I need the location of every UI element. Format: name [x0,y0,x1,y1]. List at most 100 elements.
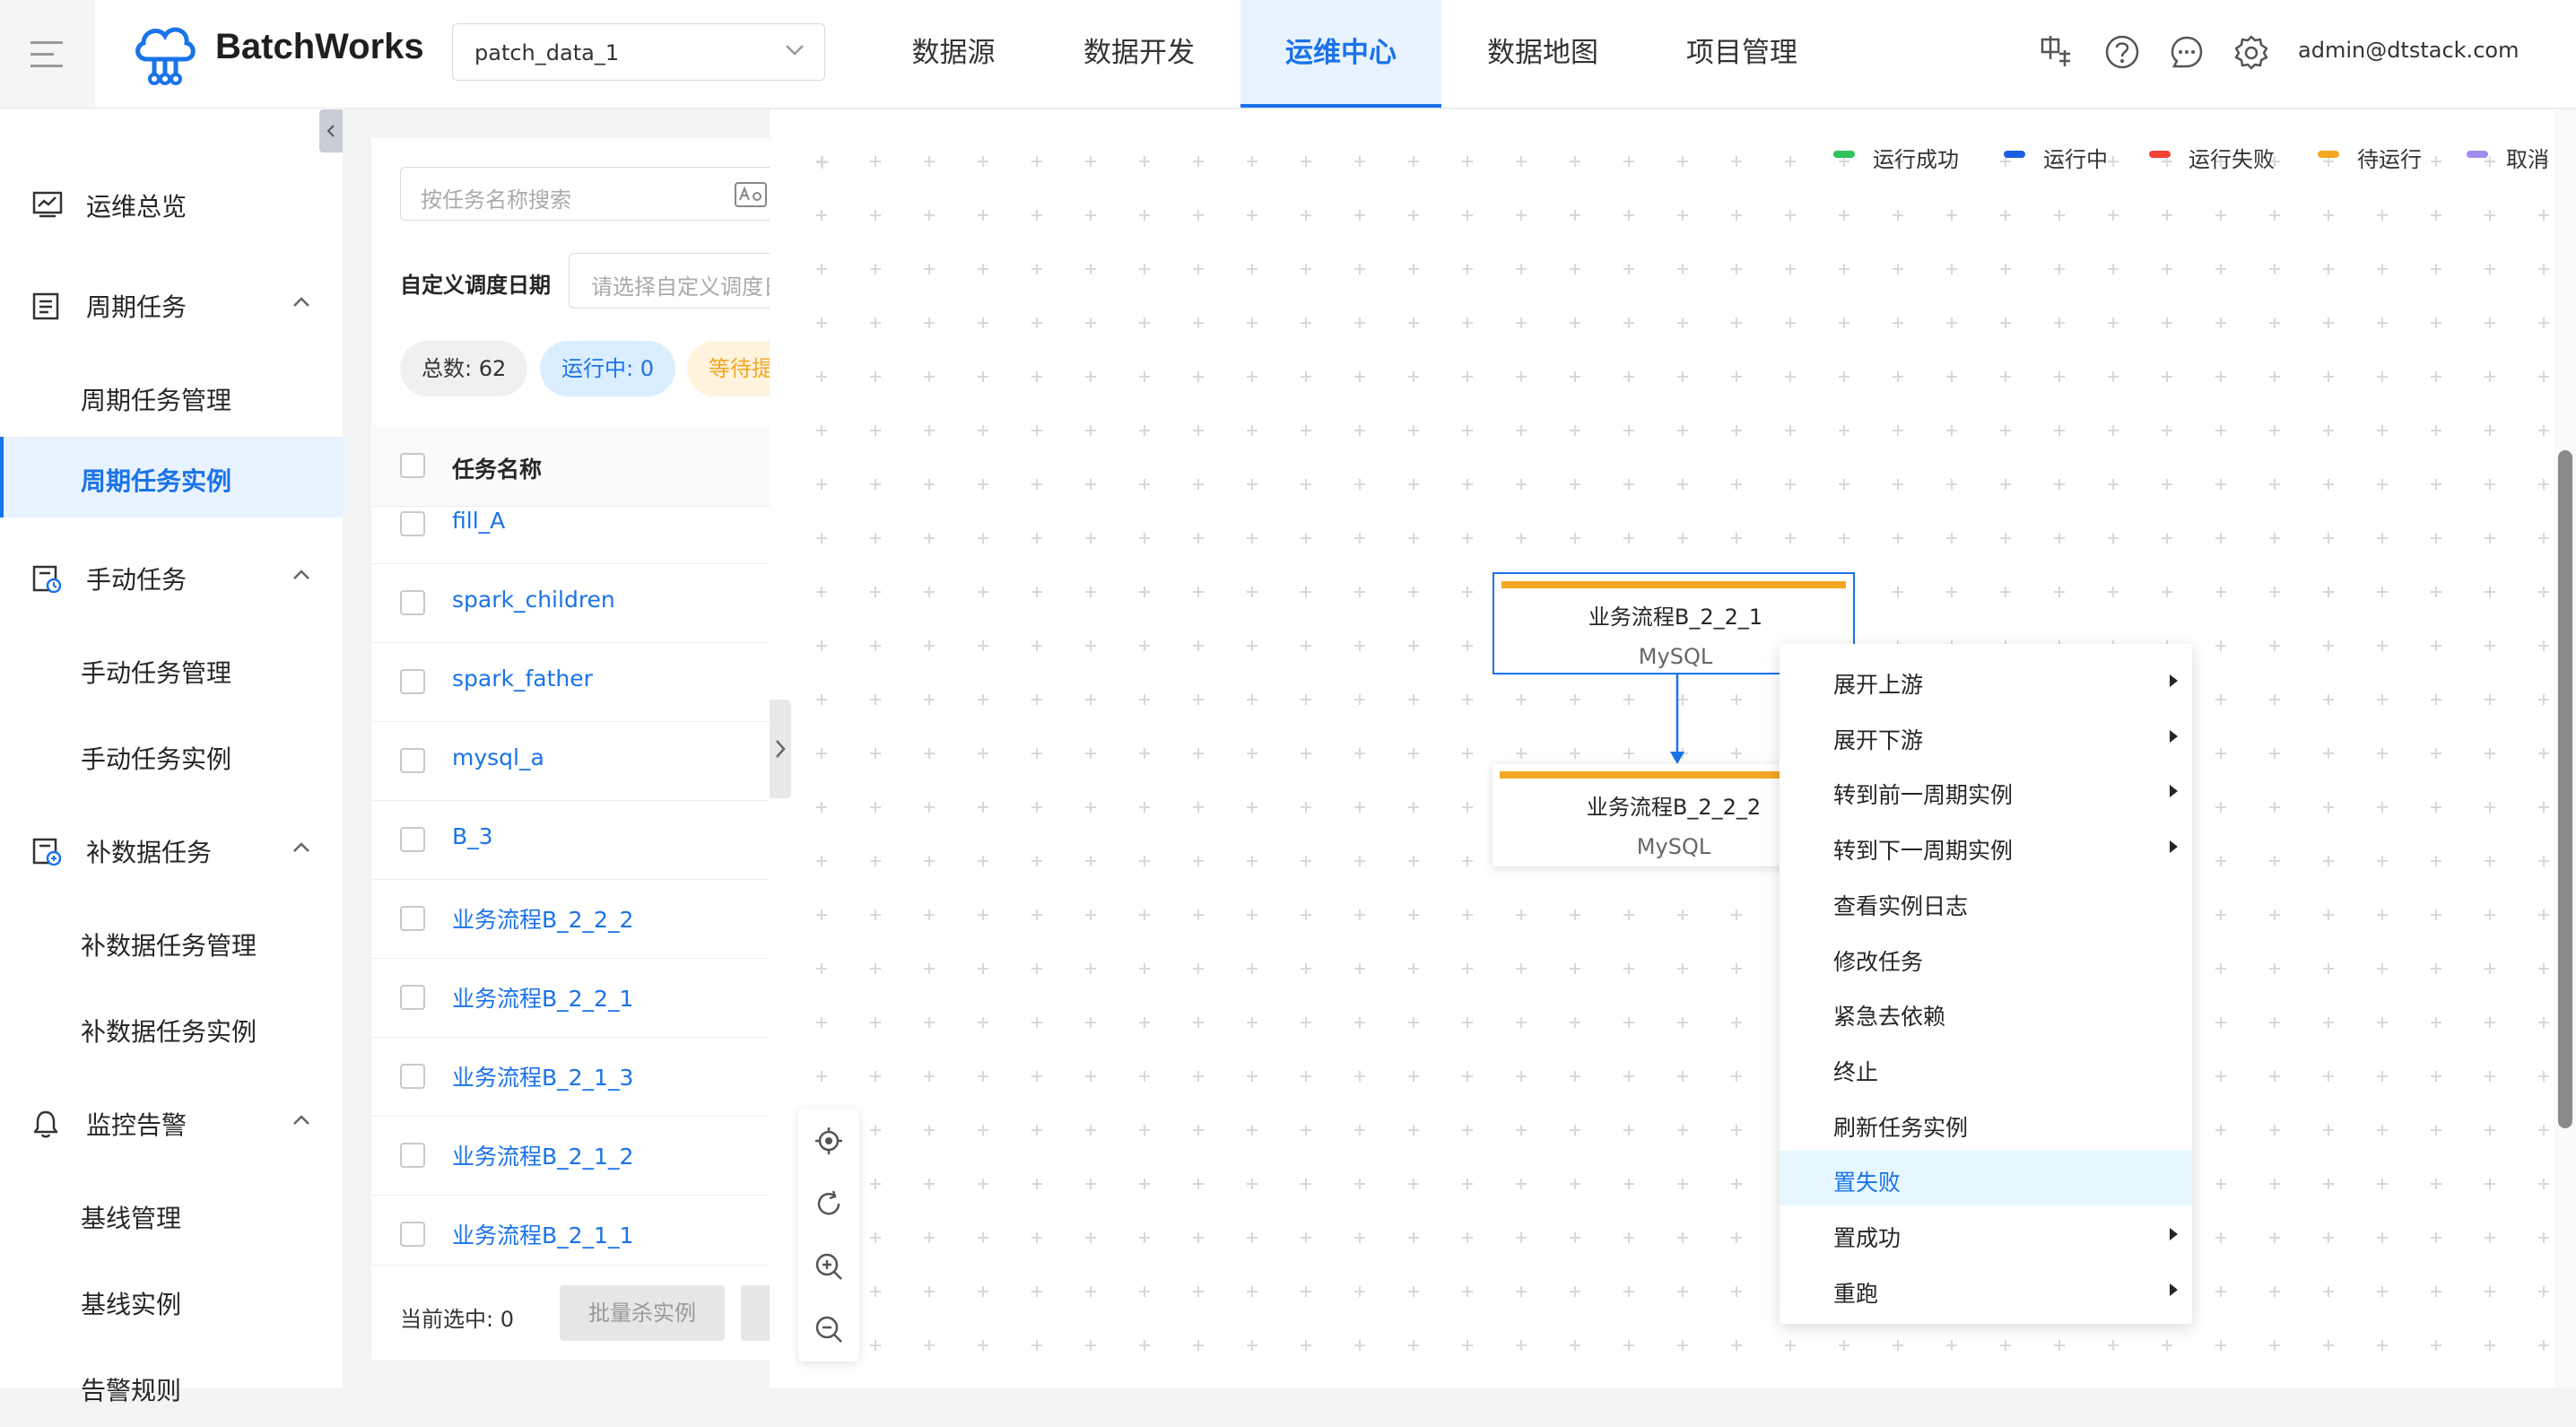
menu-toggle-button[interactable] [0,0,95,108]
refresh-button[interactable] [798,1173,859,1234]
row-checkbox[interactable] [400,748,425,773]
sidebar-group-patch-data-tasks[interactable]: 补数据任务 [0,814,343,885]
row-checkbox[interactable] [400,669,425,694]
row-checkbox[interactable] [400,1222,425,1247]
waiting-count-badge[interactable]: 等待提交: 0 [687,341,771,396]
context-menu-item[interactable]: 置失败 [1780,1151,2192,1205]
context-menu-item[interactable]: 展开下游 [1780,709,2192,763]
context-menu-item[interactable]: 展开上游 [1780,653,2192,708]
legend-swatch [2149,151,2171,158]
context-menu-item[interactable]: 终止 [1780,1040,2192,1095]
table-row[interactable]: spark_father [371,642,771,722]
table-row[interactable]: fill_A [371,484,771,564]
batch-kill-button[interactable]: 批量杀实例 [560,1285,725,1341]
row-checkbox[interactable] [400,827,425,852]
select-all-checkbox[interactable] [400,453,425,478]
sidebar-item-ops-overview[interactable]: 运维总览 [0,168,343,239]
row-checkbox[interactable] [400,590,425,615]
task-search-input[interactable]: 按任务名称搜索 [400,167,771,221]
refresh-icon [817,1190,840,1215]
table-row[interactable]: 业务流程B_2_1_1 [371,1195,771,1275]
canvas-scrollbar[interactable] [2554,109,2576,1388]
table-row[interactable]: 业务流程B_2_2_2 [371,879,771,959]
sidebar-item-label: 基线管理 [81,1204,182,1233]
sidebar-item-label: 周期任务实例 [81,466,232,496]
sidebar-item-alert-rules[interactable]: 告警规则 [0,1346,343,1427]
zoom-out-button[interactable] [798,1299,859,1360]
chevron-right-icon [776,740,786,758]
table-row[interactable]: spark_children [371,563,771,643]
row-checkbox[interactable] [400,1064,425,1089]
task-name-link[interactable]: fill_A [452,508,505,534]
nav-tab-project-mgmt[interactable]: 项目管理 [1670,0,1814,108]
row-checkbox[interactable] [400,511,425,536]
legend-swatch [2004,151,2025,158]
custom-date-input[interactable]: 请选择自定义调度日期 [569,253,771,309]
help-icon[interactable] [2104,34,2140,70]
context-menu-label: 刷新任务实例 [1833,1115,1969,1141]
context-menu-item[interactable]: 刷新任务实例 [1780,1096,2192,1151]
language-icon[interactable] [2040,34,2076,70]
task-name-link[interactable]: spark_father [452,666,593,692]
message-icon[interactable] [2169,34,2205,70]
task-name-link[interactable]: mysql_a [452,744,544,770]
sidebar-item-baseline-mgmt[interactable]: 基线管理 [0,1174,343,1255]
task-name-link[interactable]: 业务流程B_2_2_2 [452,902,633,935]
context-menu-item[interactable]: 修改任务 [1780,930,2192,985]
submenu-arrow-icon [2170,840,2178,853]
table-row[interactable]: mysql_a [371,721,771,801]
project-select[interactable]: patch_data_1 [452,23,825,81]
settings-icon[interactable] [2233,34,2269,70]
sidebar-item-patch-task-mgmt[interactable]: 补数据任务管理 [0,901,343,982]
sidebar-item-manual-task-instance[interactable]: 手动任务实例 [0,715,343,796]
legend-label: 运行失败 [2189,147,2275,172]
custom-date-label: 自定义调度日期 [400,273,551,298]
user-email[interactable]: admin@dtstack.com [2298,38,2519,63]
nav-tab-datasource[interactable]: 数据源 [897,0,1010,108]
sidebar-group-periodic-tasks[interactable]: 周期任务 [0,268,343,340]
task-name-link[interactable]: 业务流程B_2_2_1 [452,981,633,1014]
table-row[interactable]: 业务流程B_2_1_3 [371,1037,771,1117]
case-match-icon[interactable] [735,182,767,207]
nav-tab-ops-center[interactable]: 运维中心 [1240,0,1441,108]
row-checkbox[interactable] [400,906,425,931]
context-menu-item[interactable]: 转到前一周期实例 [1780,763,2192,818]
sidebar-item-baseline-instance[interactable]: 基线实例 [0,1260,343,1341]
sidebar-group-monitoring[interactable]: 监控告警 [0,1086,343,1158]
context-menu-item[interactable]: 紧急去依赖 [1780,985,2192,1040]
locate-button[interactable] [798,1110,859,1171]
task-name-link[interactable]: 业务流程B_2_1_2 [452,1139,633,1171]
sidebar-item-manual-task-mgmt[interactable]: 手动任务管理 [0,629,343,709]
sidebar-group-manual-tasks[interactable]: 手动任务 [0,541,343,613]
context-menu-item[interactable]: 重跑 [1780,1262,2192,1317]
task-name-link[interactable]: B_3 [452,823,493,849]
context-menu-item[interactable]: 查看实例日志 [1780,874,2192,929]
footer-secondary-button[interactable] [741,1285,771,1341]
table-row[interactable]: B_3 [371,800,771,880]
table-row[interactable]: 业务流程B_2_2_1 [371,958,771,1038]
context-menu-item[interactable]: 置成功 [1780,1206,2192,1261]
sidebar-item-label: 基线实例 [81,1290,182,1319]
nav-tab-data-map[interactable]: 数据地图 [1471,0,1614,108]
dashboard-icon [32,191,63,218]
scrollbar-thumb[interactable] [2558,450,2572,1128]
table-row[interactable]: 业务流程B_2_1_2 [371,1116,771,1196]
task-list-panel: 按任务名称搜索 自定义调度日期 请选择自定义调度日期 总数: 62 运行中: 0… [371,138,771,1360]
task-name-link[interactable]: 业务流程B_2_1_1 [452,1218,633,1250]
sidebar-item-patch-task-instance[interactable]: 补数据任务实例 [0,988,343,1068]
search-placeholder: 按任务名称搜索 [421,187,571,213]
total-count-badge[interactable]: 总数: 62 [400,341,528,396]
context-menu-label: 紧急去依赖 [1833,1004,1946,1030]
task-name-link[interactable]: spark_children [452,587,615,613]
context-menu-item[interactable]: 转到下一周期实例 [1780,819,2192,874]
legend-swatch [2318,151,2339,158]
sidebar-item-periodic-task-instance[interactable]: 周期任务实例 [0,437,343,518]
zoom-in-button[interactable] [798,1236,859,1297]
nav-tab-data-dev[interactable]: 数据开发 [1067,0,1211,108]
list-panel-toggle[interactable] [770,700,791,798]
row-checkbox[interactable] [400,985,425,1010]
running-count-badge[interactable]: 运行中: 0 [540,341,675,396]
task-name-link[interactable]: 业务流程B_2_1_3 [452,1060,633,1092]
row-checkbox[interactable] [400,1143,425,1168]
sidebar-item-periodic-task-mgmt[interactable]: 周期任务管理 [0,356,343,437]
